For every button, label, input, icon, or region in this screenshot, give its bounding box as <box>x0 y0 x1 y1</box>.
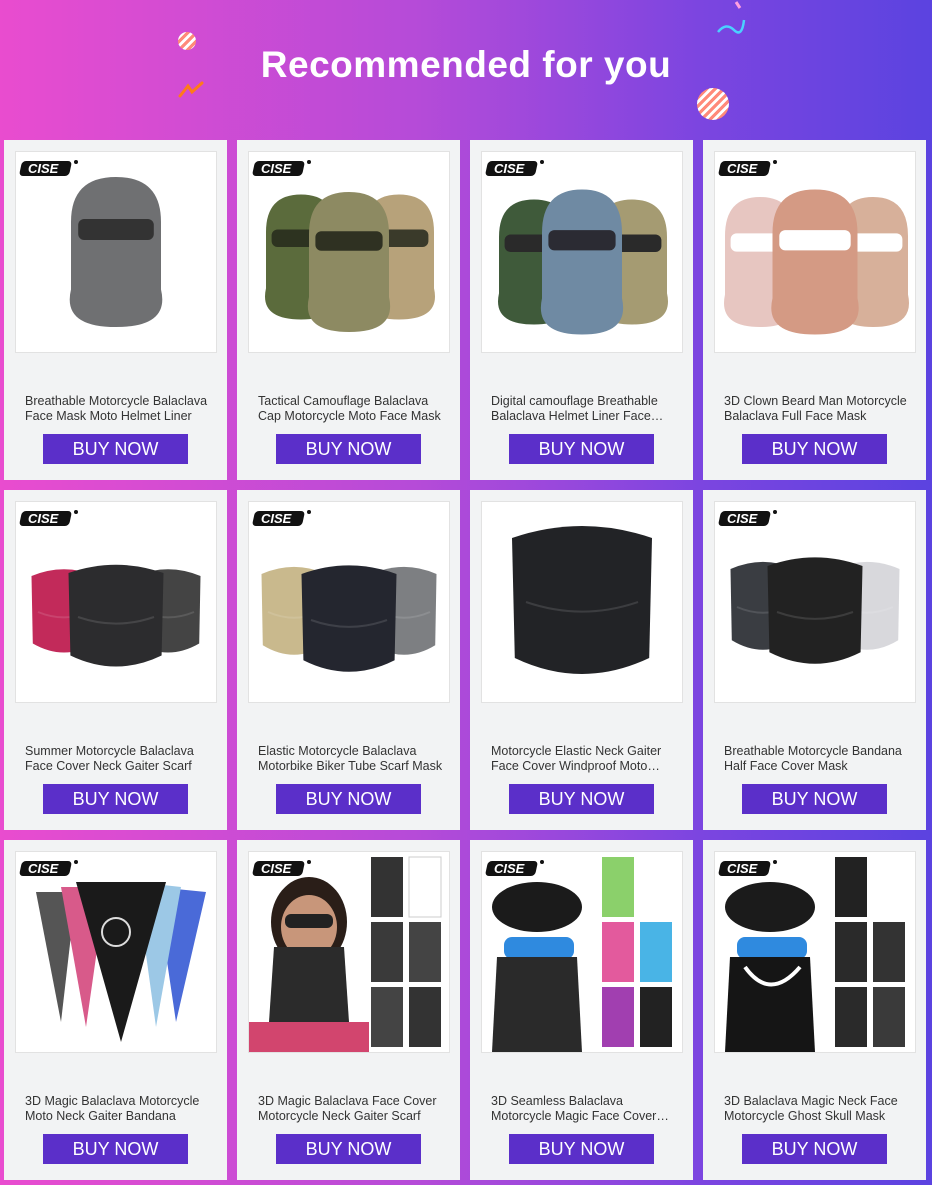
camo-balaclavas-image: CISE <box>252 160 435 332</box>
buy-now-button[interactable]: BUY NOW <box>276 784 421 814</box>
product-title[interactable]: 3D Seamless Balaclava Motorcycle Magic F… <box>491 1094 676 1124</box>
neck-gaiters-image: CISE <box>19 510 201 667</box>
product-image[interactable]: CISE <box>15 851 217 1053</box>
product-image[interactable]: CISE <box>15 501 217 703</box>
cise-logo: CISE <box>252 510 311 526</box>
product-title[interactable]: 3D Magic Balaclava Motorcycle Moto Neck … <box>25 1094 210 1124</box>
svg-text:CISE: CISE <box>727 161 758 176</box>
cise-logo: CISE <box>252 160 311 176</box>
product-card[interactable]: CISE 3D Balaclava Magic Neck Face Motorc… <box>703 840 926 1180</box>
cise-logo: CISE <box>19 510 78 526</box>
svg-text:CISE: CISE <box>28 161 59 176</box>
svg-text:CISE: CISE <box>727 861 758 876</box>
product-card[interactable]: CISE Summer Motorcycle Balaclava Face Co… <box>4 490 227 830</box>
buy-now-button[interactable]: BUY NOW <box>276 1134 421 1164</box>
buy-now-button[interactable]: BUY NOW <box>742 434 887 464</box>
product-title[interactable]: Tactical Camouflage Balaclava Cap Motorc… <box>258 394 443 424</box>
venom-mask-man-image: CISE <box>718 857 911 1052</box>
buy-now-button[interactable]: BUY NOW <box>43 434 188 464</box>
header-banner: Recommended for you <box>0 0 932 130</box>
skull-mask-man-image: CISE <box>485 857 678 1052</box>
product-title[interactable]: Digital camouflage Breathable Balaclava … <box>491 394 676 424</box>
digital-camo-balaclavas-image: CISE <box>485 160 668 335</box>
buy-now-button[interactable]: BUY NOW <box>43 784 188 814</box>
product-image[interactable]: CISE <box>481 851 683 1053</box>
product-title[interactable]: Motorcycle Elastic Neck Gaiter Face Cove… <box>491 744 676 774</box>
woman-paisley-mask-image: CISE <box>249 856 442 1052</box>
product-title[interactable]: Summer Motorcycle Balaclava Face Cover N… <box>25 744 210 774</box>
svg-text:CISE: CISE <box>28 511 59 526</box>
buy-now-button[interactable]: BUY NOW <box>742 784 887 814</box>
product-card[interactable]: CISE Breathable Motorcycle Bandana Half … <box>703 490 926 830</box>
product-title[interactable]: Breathable Motorcycle Bandana Half Face … <box>724 744 909 774</box>
buy-now-button[interactable]: BUY NOW <box>742 1134 887 1164</box>
product-title[interactable]: 3D Magic Balaclava Face Cover Motorcycle… <box>258 1094 443 1124</box>
paisley-bandanas-image: CISE <box>19 860 206 1042</box>
streamer-decoration <box>717 1 746 34</box>
cise-logo: CISE <box>485 160 544 176</box>
page-title: Recommended for you <box>260 44 672 85</box>
product-image[interactable]: CISE <box>248 151 450 353</box>
product-image[interactable]: CISE <box>248 851 450 1053</box>
buy-now-button[interactable]: BUY NOW <box>43 1134 188 1164</box>
product-title[interactable]: 3D Clown Beard Man Motorcycle Balaclava … <box>724 394 909 424</box>
product-image[interactable]: CISE <box>714 851 916 1053</box>
product-image[interactable]: CISE <box>15 151 217 353</box>
svg-text:CISE: CISE <box>727 511 758 526</box>
tube-scarves-image: CISE <box>252 510 437 672</box>
product-image[interactable]: CISE <box>248 501 450 703</box>
svg-text:CISE: CISE <box>494 861 525 876</box>
clown-face-balaclavas-image: CISE <box>718 160 909 335</box>
product-image[interactable]: CISE <box>481 151 683 353</box>
cise-logo: CISE <box>485 860 544 876</box>
product-card[interactable]: CISE 3D Magic Balaclava Face Cover Motor… <box>237 840 460 1180</box>
cise-logo: CISE <box>718 860 777 876</box>
buy-now-button[interactable]: BUY NOW <box>276 434 421 464</box>
cise-logo: CISE <box>718 160 777 176</box>
svg-text:CISE: CISE <box>494 161 525 176</box>
cise-logo: CISE <box>19 860 78 876</box>
buy-now-button[interactable]: BUY NOW <box>509 1134 654 1164</box>
product-card[interactable]: CISE Elastic Motorcycle Balaclava Motorb… <box>237 490 460 830</box>
product-title[interactable]: 3D Balaclava Magic Neck Face Motorcycle … <box>724 1094 909 1124</box>
product-image[interactable]: CISE <box>714 501 916 703</box>
product-image[interactable] <box>481 501 683 703</box>
product-title[interactable]: Elastic Motorcycle Balaclava Motorbike B… <box>258 744 443 774</box>
cise-logo: CISE <box>252 860 311 876</box>
black-neck-gaiter-image <box>512 526 652 674</box>
buy-now-button[interactable]: BUY NOW <box>509 434 654 464</box>
buy-now-button[interactable]: BUY NOW <box>509 784 654 814</box>
product-card[interactable]: CISE Tactical Camouflage Balaclava Cap M… <box>237 140 460 480</box>
svg-text:CISE: CISE <box>261 161 292 176</box>
product-card[interactable]: CISE 3D Magic Balaclava Motorcycle Moto … <box>4 840 227 1180</box>
product-title[interactable]: Breathable Motorcycle Balaclava Face Mas… <box>25 394 210 424</box>
svg-text:CISE: CISE <box>261 511 292 526</box>
product-card[interactable]: Motorcycle Elastic Neck Gaiter Face Cove… <box>470 490 693 830</box>
product-image[interactable]: CISE <box>714 151 916 353</box>
product-card[interactable]: CISE 3D Clown Beard Man Motorcycle Balac… <box>703 140 926 480</box>
cise-logo: CISE <box>718 510 777 526</box>
product-card[interactable]: CISE 3D Seamless Balaclava Motorcycle Ma… <box>470 840 693 1180</box>
grey-balaclava-image: CISE <box>19 160 163 327</box>
cise-logo: CISE <box>19 160 78 176</box>
product-card[interactable]: CISE Digital camouflage Breathable Balac… <box>470 140 693 480</box>
svg-text:CISE: CISE <box>28 861 59 876</box>
half-face-covers-image: CISE <box>718 510 900 664</box>
svg-text:CISE: CISE <box>261 861 292 876</box>
striped-ball-decoration <box>697 88 729 120</box>
product-card[interactable]: CISE Breathable Motorcycle Balaclava Fac… <box>4 140 227 480</box>
